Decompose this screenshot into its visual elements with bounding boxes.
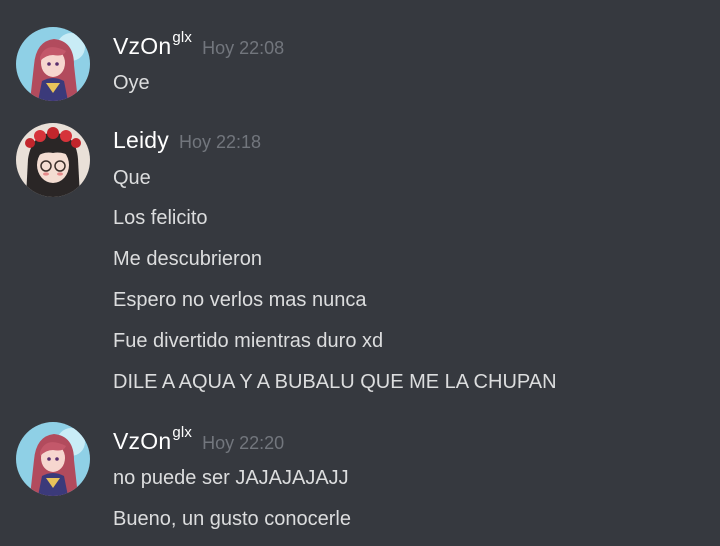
message-text: Que [113,167,151,189]
message-header: Leidy Hoy 22:18 [113,127,261,154]
message-text: no puede ser JAJAJAJAJJ [113,467,349,489]
message-text: Me descubrieron [113,248,262,270]
anime-redhair-avatar-icon [16,27,90,101]
username-superscript: glx [172,29,193,46]
message-text: Espero no verlos mas nunca [113,289,367,311]
anime-redhair-avatar-icon [16,422,90,496]
message-header: VzOnglx Hoy 22:20 [113,424,285,455]
timestamp: Hoy 22:08 [202,37,285,58]
username[interactable]: Leidy [113,127,169,153]
timestamp: Hoy 22:18 [178,132,262,152]
username[interactable]: VzOnglx [113,424,192,454]
message-text: Oye [113,72,150,94]
avatar[interactable] [16,123,90,197]
message-header: VzOnglx Hoy 22:08 [113,29,285,60]
timestamp: Hoy 22:20 [202,432,285,453]
username-superscript: glx [172,424,193,441]
avatar[interactable] [16,27,90,101]
avatar[interactable] [16,422,90,496]
message-text: DILE A AQUA Y A BUBALU QUE ME LA CHUPAN [113,371,557,393]
message-text: Fue divertido mientras duro xd [113,330,384,352]
message-text: Los felicito [113,207,208,229]
message-text: Bueno, un gusto conocerle [113,508,351,530]
username[interactable]: VzOnglx [113,29,192,59]
chat-messages: VzOnglxHoy 22:08 Oye Leidy Hoy 22:18 Que… [0,0,720,546]
anime-flower-crown-avatar-icon [16,123,90,197]
